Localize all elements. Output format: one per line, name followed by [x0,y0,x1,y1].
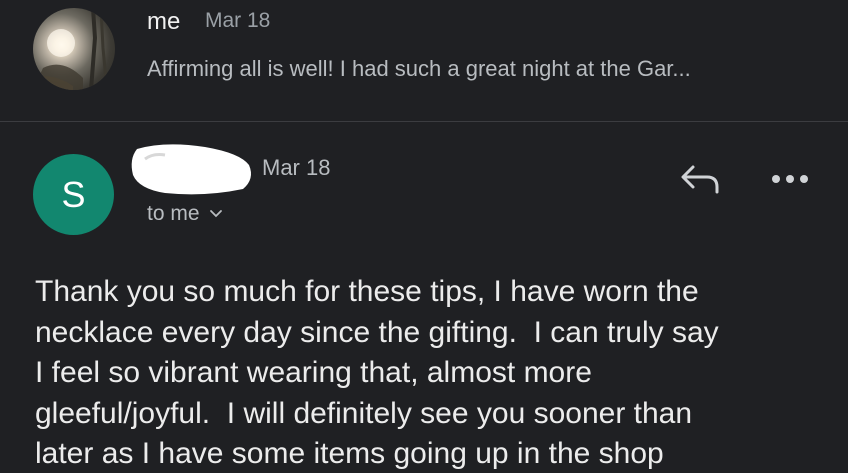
message-date: Mar 18 [205,9,271,32]
avatar-letter: S [61,173,86,215]
sender-avatar[interactable]: S [33,154,114,235]
collapsed-message[interactable]: me Mar 18 Affirming all is well! I had s… [0,0,848,121]
recipient-details-toggle[interactable]: to me [147,202,224,226]
reply-icon[interactable] [679,163,721,195]
message-body: Thank you so much for these tips, I have… [35,272,835,473]
body-line: gleeful/joyful. I will definitely see yo… [35,396,693,430]
chevron-down-icon [209,210,222,218]
redacted-sender-name [131,144,251,195]
body-line: Thank you so much for these tips, I have… [35,275,699,308]
recipient-label: to me [147,202,200,225]
body-line: I feel so vibrant wearing that, almost m… [35,356,592,389]
avatar [33,8,115,90]
more-options-icon[interactable] [770,172,810,186]
body-line: later as I have some items going up in t… [35,437,664,470]
sender-name: me [147,8,181,35]
divider [0,121,848,122]
message-snippet: Affirming all is well! I had such a grea… [147,56,691,81]
email-thread-view: me Mar 18 Affirming all is well! I had s… [0,0,848,473]
message-date: Mar 18 [262,155,331,180]
body-line: necklace every day since the gifting. I … [35,315,719,349]
